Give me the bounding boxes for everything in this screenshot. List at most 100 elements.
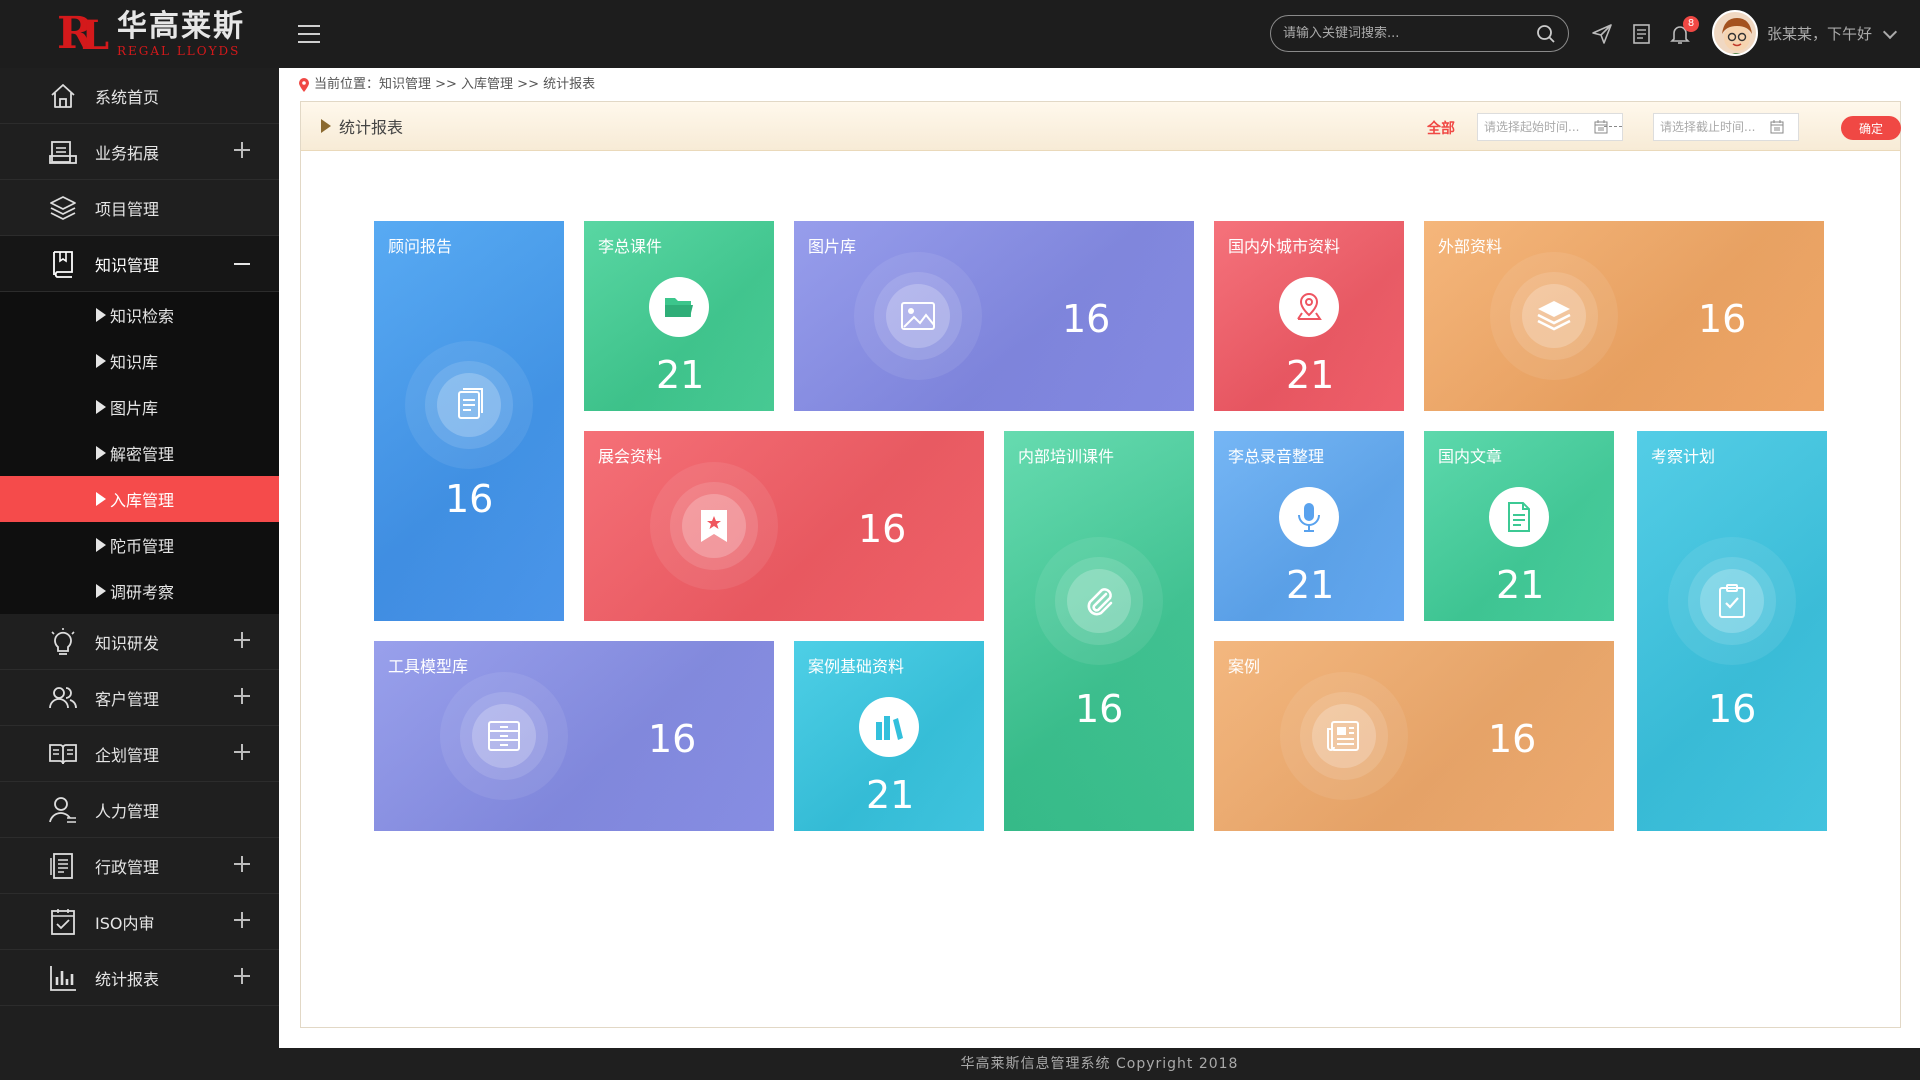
- arrow-right-icon: [96, 538, 106, 552]
- tile-cases[interactable]: 案例 16: [1214, 641, 1614, 831]
- notification-badge: 8: [1683, 16, 1699, 32]
- sidebar-item-label: 行政管理: [95, 857, 160, 877]
- confirm-button[interactable]: 确定: [1841, 116, 1901, 140]
- knowledge-submenu: 知识检索 知识库 图片库 解密管理 入库管理 陀币管理 调研考察: [0, 292, 279, 614]
- expand-plus-icon[interactable]: [234, 968, 250, 984]
- breadcrumb: 当前位置：知识管理 >> 入库管理 >> 统计报表: [299, 76, 595, 94]
- tile-title: 图片库: [808, 237, 857, 256]
- panel-header: 统计报表 全部 确定: [301, 102, 1901, 151]
- tile-city-materials[interactable]: 国内外城市资料 21: [1214, 221, 1404, 411]
- submenu-item-research[interactable]: 调研考察: [0, 568, 279, 614]
- microphone-icon: [1298, 503, 1320, 532]
- tile-li-courseware[interactable]: 李总课件 21: [584, 221, 774, 411]
- tile-case-basics[interactable]: 案例基础资料 21: [794, 641, 984, 831]
- submenu-label: 知识库: [110, 353, 159, 372]
- calendar-icon[interactable]: [1770, 120, 1784, 134]
- start-date-input[interactable]: [1484, 120, 1594, 134]
- start-date-field[interactable]: [1477, 113, 1623, 141]
- expand-plus-icon[interactable]: [234, 688, 250, 704]
- search-input[interactable]: [1283, 26, 1536, 41]
- tile-count: 21: [1286, 563, 1335, 607]
- tile-title: 考察计划: [1651, 447, 1716, 466]
- submenu-label: 调研考察: [110, 583, 175, 602]
- end-date-input[interactable]: [1660, 120, 1770, 134]
- layers-icon: [50, 195, 76, 220]
- sidebar-item-hr[interactable]: 人力管理: [0, 782, 279, 838]
- tile-consultant-report[interactable]: 顾问报告 16: [374, 221, 564, 621]
- submenu-item-library[interactable]: 知识库: [0, 338, 279, 384]
- books-icon: [876, 716, 903, 740]
- submenu-label: 知识检索: [110, 307, 175, 326]
- notes-icon[interactable]: [1630, 22, 1654, 46]
- submenu-label: 入库管理: [110, 491, 175, 510]
- folder-icon: [665, 298, 693, 317]
- tile-domestic-articles[interactable]: 国内文章 21: [1424, 431, 1614, 621]
- bookmark-icon: [701, 510, 727, 542]
- sidebar-item-iso[interactable]: ISO内审: [0, 894, 279, 950]
- tile-title: 国内文章: [1438, 447, 1503, 466]
- sidebar-item-knowledge[interactable]: 知识管理: [0, 236, 279, 292]
- avatar[interactable]: [1712, 10, 1758, 56]
- tile-li-recordings[interactable]: 李总录音整理 21: [1214, 431, 1404, 621]
- sidebar-item-business[interactable]: 业务拓展: [0, 124, 279, 180]
- menu-toggle-button[interactable]: [298, 25, 320, 43]
- arrow-right-icon: [96, 354, 106, 368]
- user-greeting[interactable]: 张某某，下午好: [1767, 23, 1872, 45]
- sidebar-item-rnd[interactable]: 知识研发: [0, 614, 279, 670]
- calendar-icon[interactable]: [1594, 120, 1608, 134]
- tile-title: 国内外城市资料: [1228, 237, 1341, 256]
- submenu-label: 图片库: [110, 399, 159, 418]
- sidebar-item-home[interactable]: 系统首页: [0, 68, 279, 124]
- home-icon: [51, 83, 75, 108]
- end-date-field[interactable]: [1653, 113, 1799, 141]
- search-icon[interactable]: [1536, 24, 1556, 44]
- expand-plus-icon[interactable]: [234, 912, 250, 928]
- submenu-item-coins[interactable]: 陀币管理: [0, 522, 279, 568]
- expand-plus-icon[interactable]: [234, 856, 250, 872]
- filter-all-link[interactable]: 全部: [1427, 118, 1455, 138]
- sidebar-item-label: 知识研发: [95, 633, 160, 653]
- map-pin-icon: [1297, 292, 1322, 320]
- expand-plus-icon[interactable]: [234, 142, 250, 158]
- tile-title: 内部培训课件: [1018, 447, 1115, 466]
- tile-title: 案例: [1228, 657, 1261, 676]
- sidebar-item-admin[interactable]: 行政管理: [0, 838, 279, 894]
- breadcrumb-text: 当前位置：知识管理 >> 入库管理 >> 统计报表: [314, 77, 596, 92]
- submenu-item-storage[interactable]: 入库管理: [0, 476, 279, 522]
- sidebar-item-planning[interactable]: 企划管理: [0, 726, 279, 782]
- chevron-down-icon[interactable]: [1882, 24, 1898, 40]
- brand-logo[interactable]: RL 华高莱斯 REGAL LLOYDS: [0, 0, 279, 68]
- report-panel: 统计报表 全部 确定 顾问报告 16: [300, 101, 1901, 1028]
- bar-chart-icon: [50, 965, 76, 991]
- sidebar-item-reports[interactable]: 统计报表: [0, 950, 279, 1006]
- submenu-item-search[interactable]: 知识检索: [0, 292, 279, 338]
- tile-title: 李总录音整理: [1228, 447, 1325, 466]
- logo-english-name: REGAL LLOYDS: [117, 44, 241, 58]
- expand-plus-icon[interactable]: [234, 744, 250, 760]
- tile-count: 21: [1286, 353, 1335, 397]
- send-icon[interactable]: [1590, 22, 1614, 46]
- tile-count: 16: [1698, 297, 1747, 341]
- top-header: RL 华高莱斯 REGAL LLOYDS 8 张某某，下午好: [0, 0, 1920, 68]
- tile-image-library[interactable]: 图片库 16: [794, 221, 1194, 411]
- tile-exhibition-materials[interactable]: 展会资料 16: [584, 431, 984, 621]
- sidebar-item-projects[interactable]: 项目管理: [0, 180, 279, 236]
- checklist-icon: [51, 908, 75, 935]
- expand-plus-icon[interactable]: [234, 632, 250, 648]
- submenu-item-gallery[interactable]: 图片库: [0, 384, 279, 430]
- person-icon: [49, 796, 76, 823]
- submenu-item-decrypt[interactable]: 解密管理: [0, 430, 279, 476]
- drawer-icon: [488, 721, 520, 751]
- sidebar-item-label: 企划管理: [95, 745, 160, 765]
- arrow-right-icon: [96, 400, 106, 414]
- tile-internal-training[interactable]: 内部培训课件 16: [1004, 431, 1194, 831]
- tile-inspection-plan[interactable]: 考察计划 16: [1637, 431, 1827, 831]
- tile-count: 21: [656, 353, 705, 397]
- tile-external-materials[interactable]: 外部资料 16: [1424, 221, 1824, 411]
- tile-count: 16: [445, 477, 494, 521]
- tile-tool-models[interactable]: 工具模型库 16: [374, 641, 774, 831]
- newspaper-icon: [1327, 721, 1359, 751]
- tile-title: 展会资料: [598, 447, 663, 466]
- collapse-minus-icon[interactable]: [234, 263, 250, 265]
- sidebar-item-clients[interactable]: 客户管理: [0, 670, 279, 726]
